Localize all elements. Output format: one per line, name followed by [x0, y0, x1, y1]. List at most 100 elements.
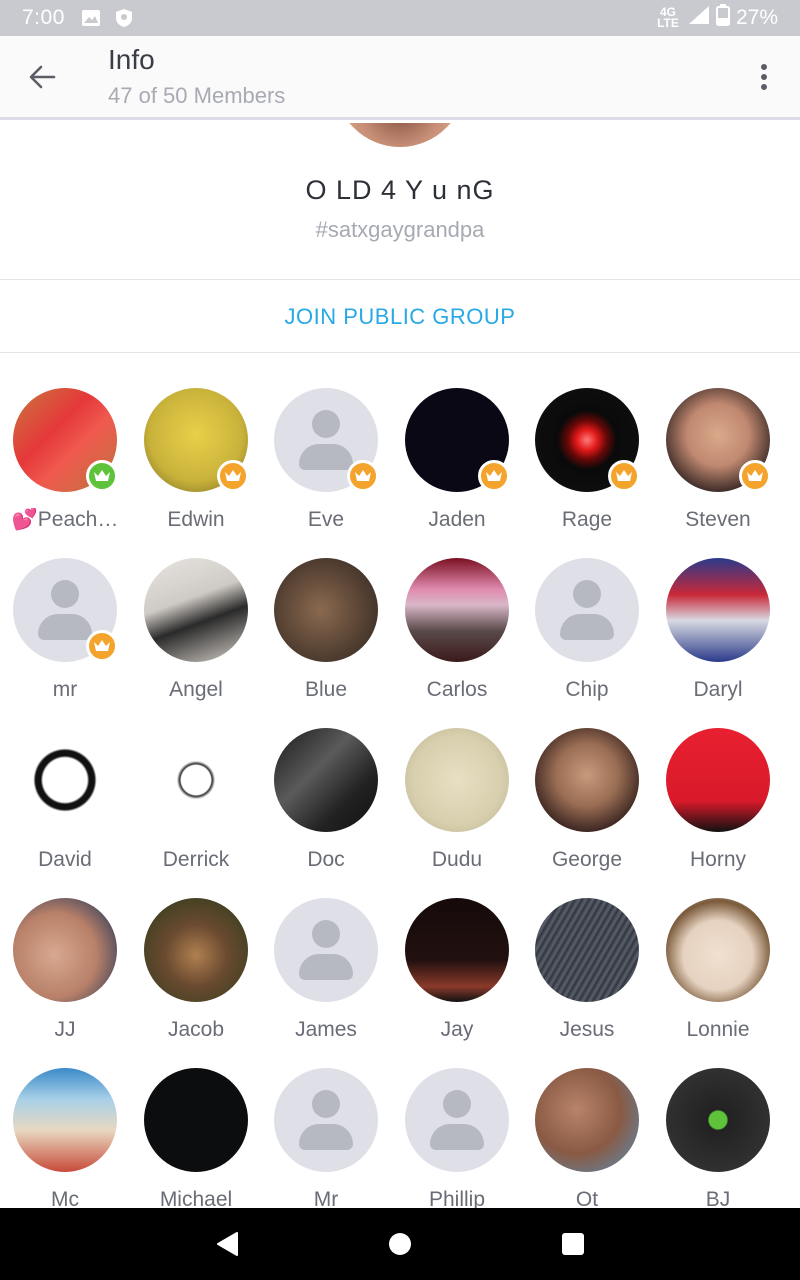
member-item[interactable]: Carlos [392, 558, 522, 718]
member-name: Jesus [559, 1018, 615, 1041]
member-name: Carlos [426, 678, 488, 701]
page-title: Info [108, 43, 155, 75]
admin-crown-badge [86, 630, 118, 662]
avatar [666, 1068, 770, 1172]
member-item[interactable]: Derrick [131, 728, 261, 888]
image-notification-icon [81, 9, 101, 27]
crown-icon [616, 470, 632, 481]
crown-icon [355, 470, 371, 481]
member-name: Derrick [162, 848, 230, 871]
nav-recents-button[interactable] [543, 1214, 603, 1274]
member-name: Jay [440, 1018, 474, 1041]
owner-crown-badge [86, 460, 118, 492]
avatar [274, 728, 378, 832]
member-item[interactable]: BJ [653, 1068, 783, 1208]
nav-back-button[interactable] [197, 1214, 257, 1274]
avatar [405, 728, 509, 832]
member-item[interactable]: 💕Peach… [0, 388, 130, 548]
member-item[interactable]: Blue [261, 558, 391, 718]
member-name: Ot [575, 1188, 599, 1208]
member-item[interactable]: Michael [131, 1068, 261, 1208]
member-name: David [38, 848, 92, 871]
member-item[interactable]: mr [0, 558, 130, 718]
member-item[interactable]: Jacob [131, 898, 261, 1058]
avatar [13, 898, 117, 1002]
member-item[interactable]: Doc [261, 728, 391, 888]
member-item[interactable]: David [0, 728, 130, 888]
group-info-content[interactable]: O LD 4 Y u nG #satxgaygrandpa JOIN PUBLI… [0, 123, 800, 1208]
group-hashtag: #satxgaygrandpa [315, 217, 485, 242]
status-right: 4G LTE 27% [654, 4, 778, 32]
avatar [666, 558, 770, 662]
default-avatar-icon [405, 1068, 509, 1172]
battery-percent: 27% [735, 6, 778, 29]
member-item[interactable]: Jaden [392, 388, 522, 548]
member-name: Blue [304, 678, 348, 701]
status-time: 7:00 [22, 6, 65, 29]
avatar [535, 728, 639, 832]
member-name: Chip [565, 678, 609, 701]
member-item[interactable]: Phillip [392, 1068, 522, 1208]
member-name: Horny [689, 848, 747, 871]
join-public-group-button[interactable]: JOIN PUBLIC GROUP [0, 281, 800, 353]
member-item[interactable]: Rage [522, 388, 652, 548]
avatar [144, 558, 248, 662]
avatar [13, 1068, 117, 1172]
member-item[interactable]: George [522, 728, 652, 888]
member-name: Rage [561, 508, 613, 531]
back-button[interactable] [0, 35, 84, 119]
member-item[interactable]: Angel [131, 558, 261, 718]
avatar [144, 1068, 248, 1172]
divider [0, 279, 800, 280]
avatar [274, 558, 378, 662]
member-name: Phillip [428, 1188, 486, 1208]
member-item[interactable]: JJ [0, 898, 130, 1058]
signal-icon [688, 5, 710, 31]
member-name: Jaden [428, 508, 486, 531]
admin-crown-badge [608, 460, 640, 492]
circle-home-icon [388, 1233, 411, 1255]
crown-icon [225, 470, 241, 481]
member-item[interactable]: Jay [392, 898, 522, 1058]
avatar [666, 728, 770, 832]
member-item[interactable]: Eve [261, 388, 391, 548]
avatar [666, 898, 770, 1002]
avatar [535, 898, 639, 1002]
crown-icon [486, 470, 502, 481]
member-item[interactable]: James [261, 898, 391, 1058]
avatar [144, 898, 248, 1002]
member-item[interactable]: Horny [653, 728, 783, 888]
member-item[interactable]: Mr [261, 1068, 391, 1208]
member-name: Daryl [693, 678, 743, 701]
member-name: Jacob [167, 1018, 225, 1041]
battery-icon [715, 4, 730, 32]
admin-crown-badge [347, 460, 379, 492]
status-bar: 7:00 4G LTE 27% [0, 0, 800, 36]
member-item[interactable]: Daryl [653, 558, 783, 718]
group-photo[interactable] [334, 123, 466, 147]
divider [0, 352, 800, 353]
member-name: Mc [51, 1188, 79, 1208]
member-item[interactable]: Chip [522, 558, 652, 718]
default-avatar-icon [535, 558, 639, 662]
member-item[interactable]: Steven [653, 388, 783, 548]
member-item[interactable]: Jesus [522, 898, 652, 1058]
crown-icon [94, 640, 110, 651]
avatar [144, 728, 248, 832]
member-name: Dudu [431, 848, 483, 871]
arrow-back-icon [29, 65, 56, 88]
member-name: 💕Peach… [11, 508, 119, 531]
member-item[interactable]: Dudu [392, 728, 522, 888]
system-nav-bar [0, 1208, 800, 1280]
member-name: BJ [705, 1188, 731, 1208]
member-item[interactable]: Mc [0, 1068, 130, 1208]
member-item[interactable]: Lonnie [653, 898, 783, 1058]
triangle-back-icon [216, 1232, 238, 1256]
app-bar: Info 47 of 50 Members [0, 36, 800, 120]
overflow-menu-button[interactable] [728, 35, 800, 119]
member-item[interactable]: Ot [522, 1068, 652, 1208]
default-avatar-icon [274, 1068, 378, 1172]
member-item[interactable]: Edwin [131, 388, 261, 548]
crown-icon [94, 470, 110, 481]
nav-home-button[interactable] [370, 1214, 430, 1274]
